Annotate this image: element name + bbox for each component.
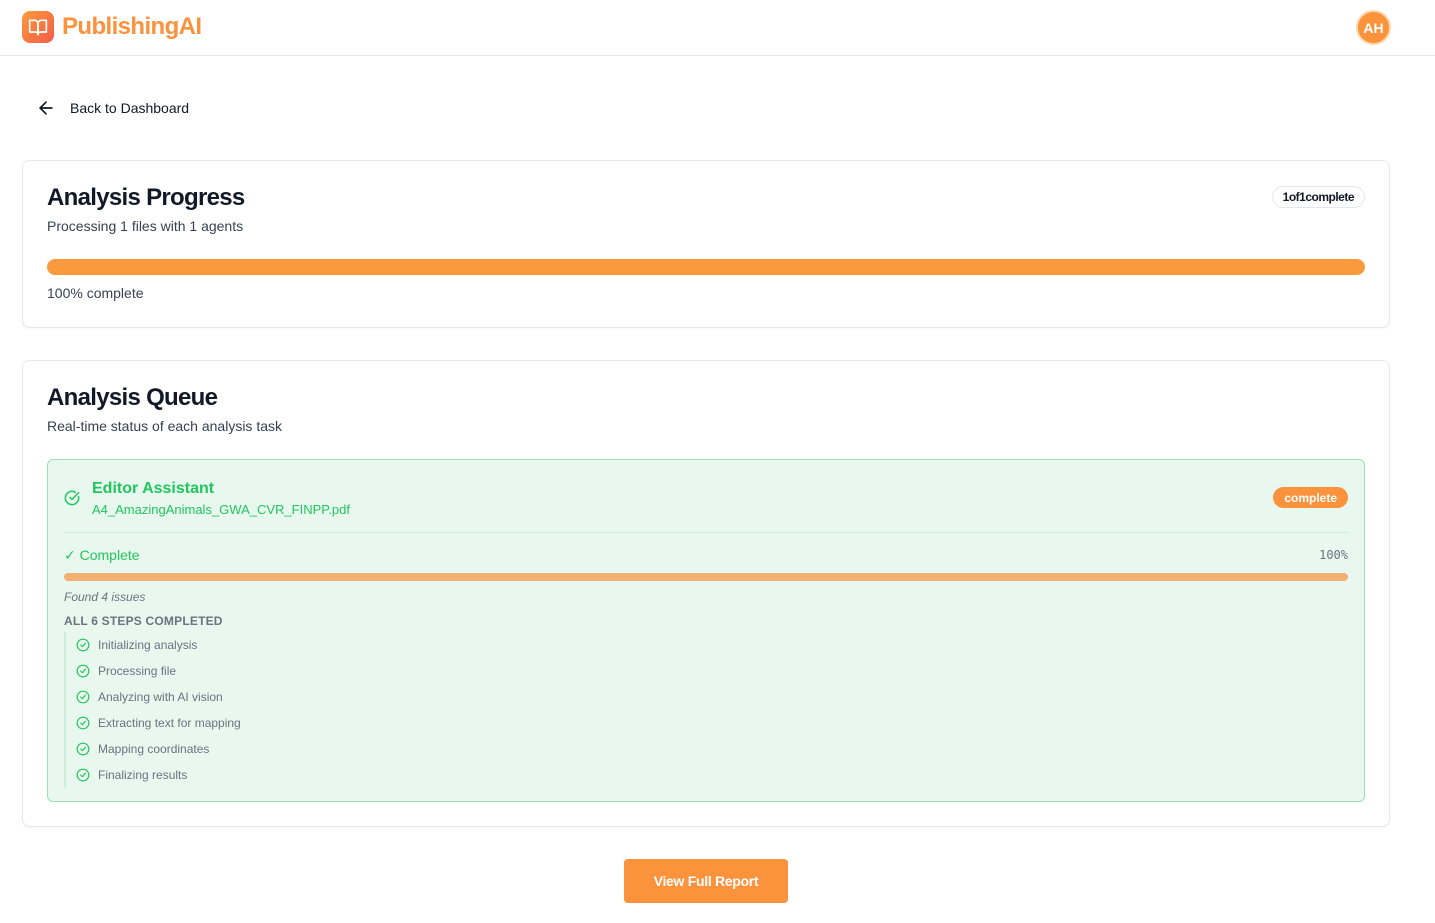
check-circle-icon	[76, 664, 90, 678]
arrow-left-icon	[39, 101, 53, 115]
overall-progress-label: 100% complete	[47, 285, 144, 301]
check-circle-icon	[76, 716, 90, 730]
step-item: Analyzing with AI vision	[76, 684, 241, 710]
check-circle-icon	[76, 690, 90, 704]
check-circle-icon	[76, 742, 90, 756]
step-label: Initializing analysis	[98, 638, 198, 652]
app-logo-text[interactable]: PublishingAI	[62, 12, 202, 42]
task-agent-name: Editor Assistant	[92, 480, 215, 497]
step-label: Mapping coordinates	[98, 742, 210, 756]
analysis-progress-card: Analysis Progress Processing 1 files wit…	[22, 160, 1390, 328]
completion-count-badge: 1of1complete	[1271, 186, 1365, 208]
back-link-label: Back to Dashboard	[70, 100, 190, 116]
step-label: Analyzing with AI vision	[98, 690, 223, 704]
progress-subtitle: Processing 1 files with 1 agents	[47, 218, 244, 234]
task-card: Editor Assistant A4_AmazingAnimals_GWA_C…	[47, 459, 1365, 802]
step-item: Mapping coordinates	[76, 736, 241, 762]
back-to-dashboard-link[interactable]: Back to Dashboard	[36, 96, 189, 120]
step-label: Processing file	[98, 664, 177, 678]
task-file-name: A4_AmazingAnimals_GWA_CVR_FINPP.pdf	[92, 502, 350, 517]
step-label: Finalizing results	[98, 768, 188, 782]
task-divider	[64, 532, 1348, 533]
task-progress-bar	[64, 573, 1348, 581]
task-percent-text: 100%	[1319, 548, 1348, 562]
queue-subtitle: Real-time status of each analysis task	[47, 418, 282, 434]
check-circle-icon	[76, 768, 90, 782]
task-issues-text: Found 4 issues	[64, 590, 146, 604]
steps-list: Initializing analysis Processing file An…	[64, 632, 241, 788]
check-circle-icon	[76, 638, 90, 652]
steps-header: ALL 6 STEPS COMPLETED	[64, 614, 223, 628]
step-label: Extracting text for mapping	[98, 716, 241, 730]
user-avatar[interactable]: AH	[1356, 10, 1391, 45]
step-item: Extracting text for mapping	[76, 710, 241, 736]
book-open-icon[interactable]	[22, 11, 54, 43]
view-full-report-button[interactable]: View Full Report	[624, 859, 788, 903]
task-status-text: ✓ Complete	[64, 547, 140, 563]
queue-title: Analysis Queue	[47, 384, 218, 411]
progress-title: Analysis Progress	[47, 184, 245, 211]
task-status-badge: complete	[1273, 487, 1348, 508]
task-progress-fill	[64, 573, 1348, 581]
step-item: Initializing analysis	[76, 632, 241, 658]
overall-progress-fill	[47, 259, 1365, 275]
app-header: PublishingAI AH	[0, 0, 1435, 56]
step-item: Processing file	[76, 658, 241, 684]
analysis-queue-card: Analysis Queue Real-time status of each …	[22, 360, 1390, 827]
check-circle-icon	[64, 490, 80, 506]
step-item: Finalizing results	[76, 762, 241, 788]
overall-progress-bar	[47, 259, 1365, 275]
